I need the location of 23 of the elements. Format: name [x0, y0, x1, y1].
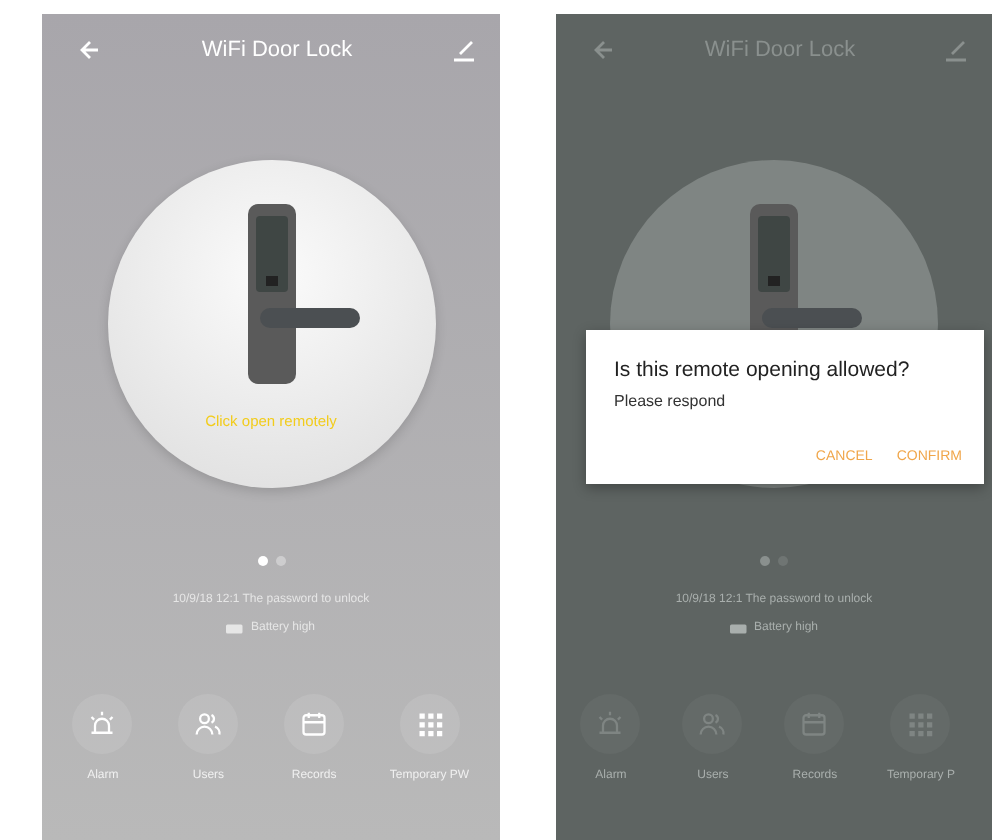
screen-title: WiFi Door Lock	[201, 38, 353, 62]
users-icon	[698, 710, 727, 738]
siren-icon	[596, 710, 625, 738]
action-button[interactable]	[284, 694, 345, 754]
siren-icon	[88, 710, 117, 738]
action-button[interactable]	[682, 694, 743, 754]
keypad-icon	[906, 710, 935, 738]
action-button[interactable]	[580, 694, 641, 754]
users-icon	[194, 710, 223, 738]
calendar-icon	[800, 710, 829, 738]
battery-icon	[226, 623, 245, 633]
dialog-title: Is this remote opening allowed?	[614, 358, 910, 382]
action-button[interactable]	[784, 694, 845, 754]
action-button[interactable]	[72, 694, 133, 754]
edit-pencil-icon[interactable]	[944, 38, 968, 62]
dialog-message: Please respond	[614, 392, 726, 410]
action-button[interactable]	[399, 694, 460, 754]
action-button[interactable]	[890, 694, 951, 754]
calendar-icon	[300, 710, 329, 738]
battery-icon	[729, 623, 748, 633]
keypad-icon	[415, 710, 444, 738]
action-button[interactable]	[178, 694, 239, 754]
back-arrow-icon[interactable]	[592, 38, 616, 62]
